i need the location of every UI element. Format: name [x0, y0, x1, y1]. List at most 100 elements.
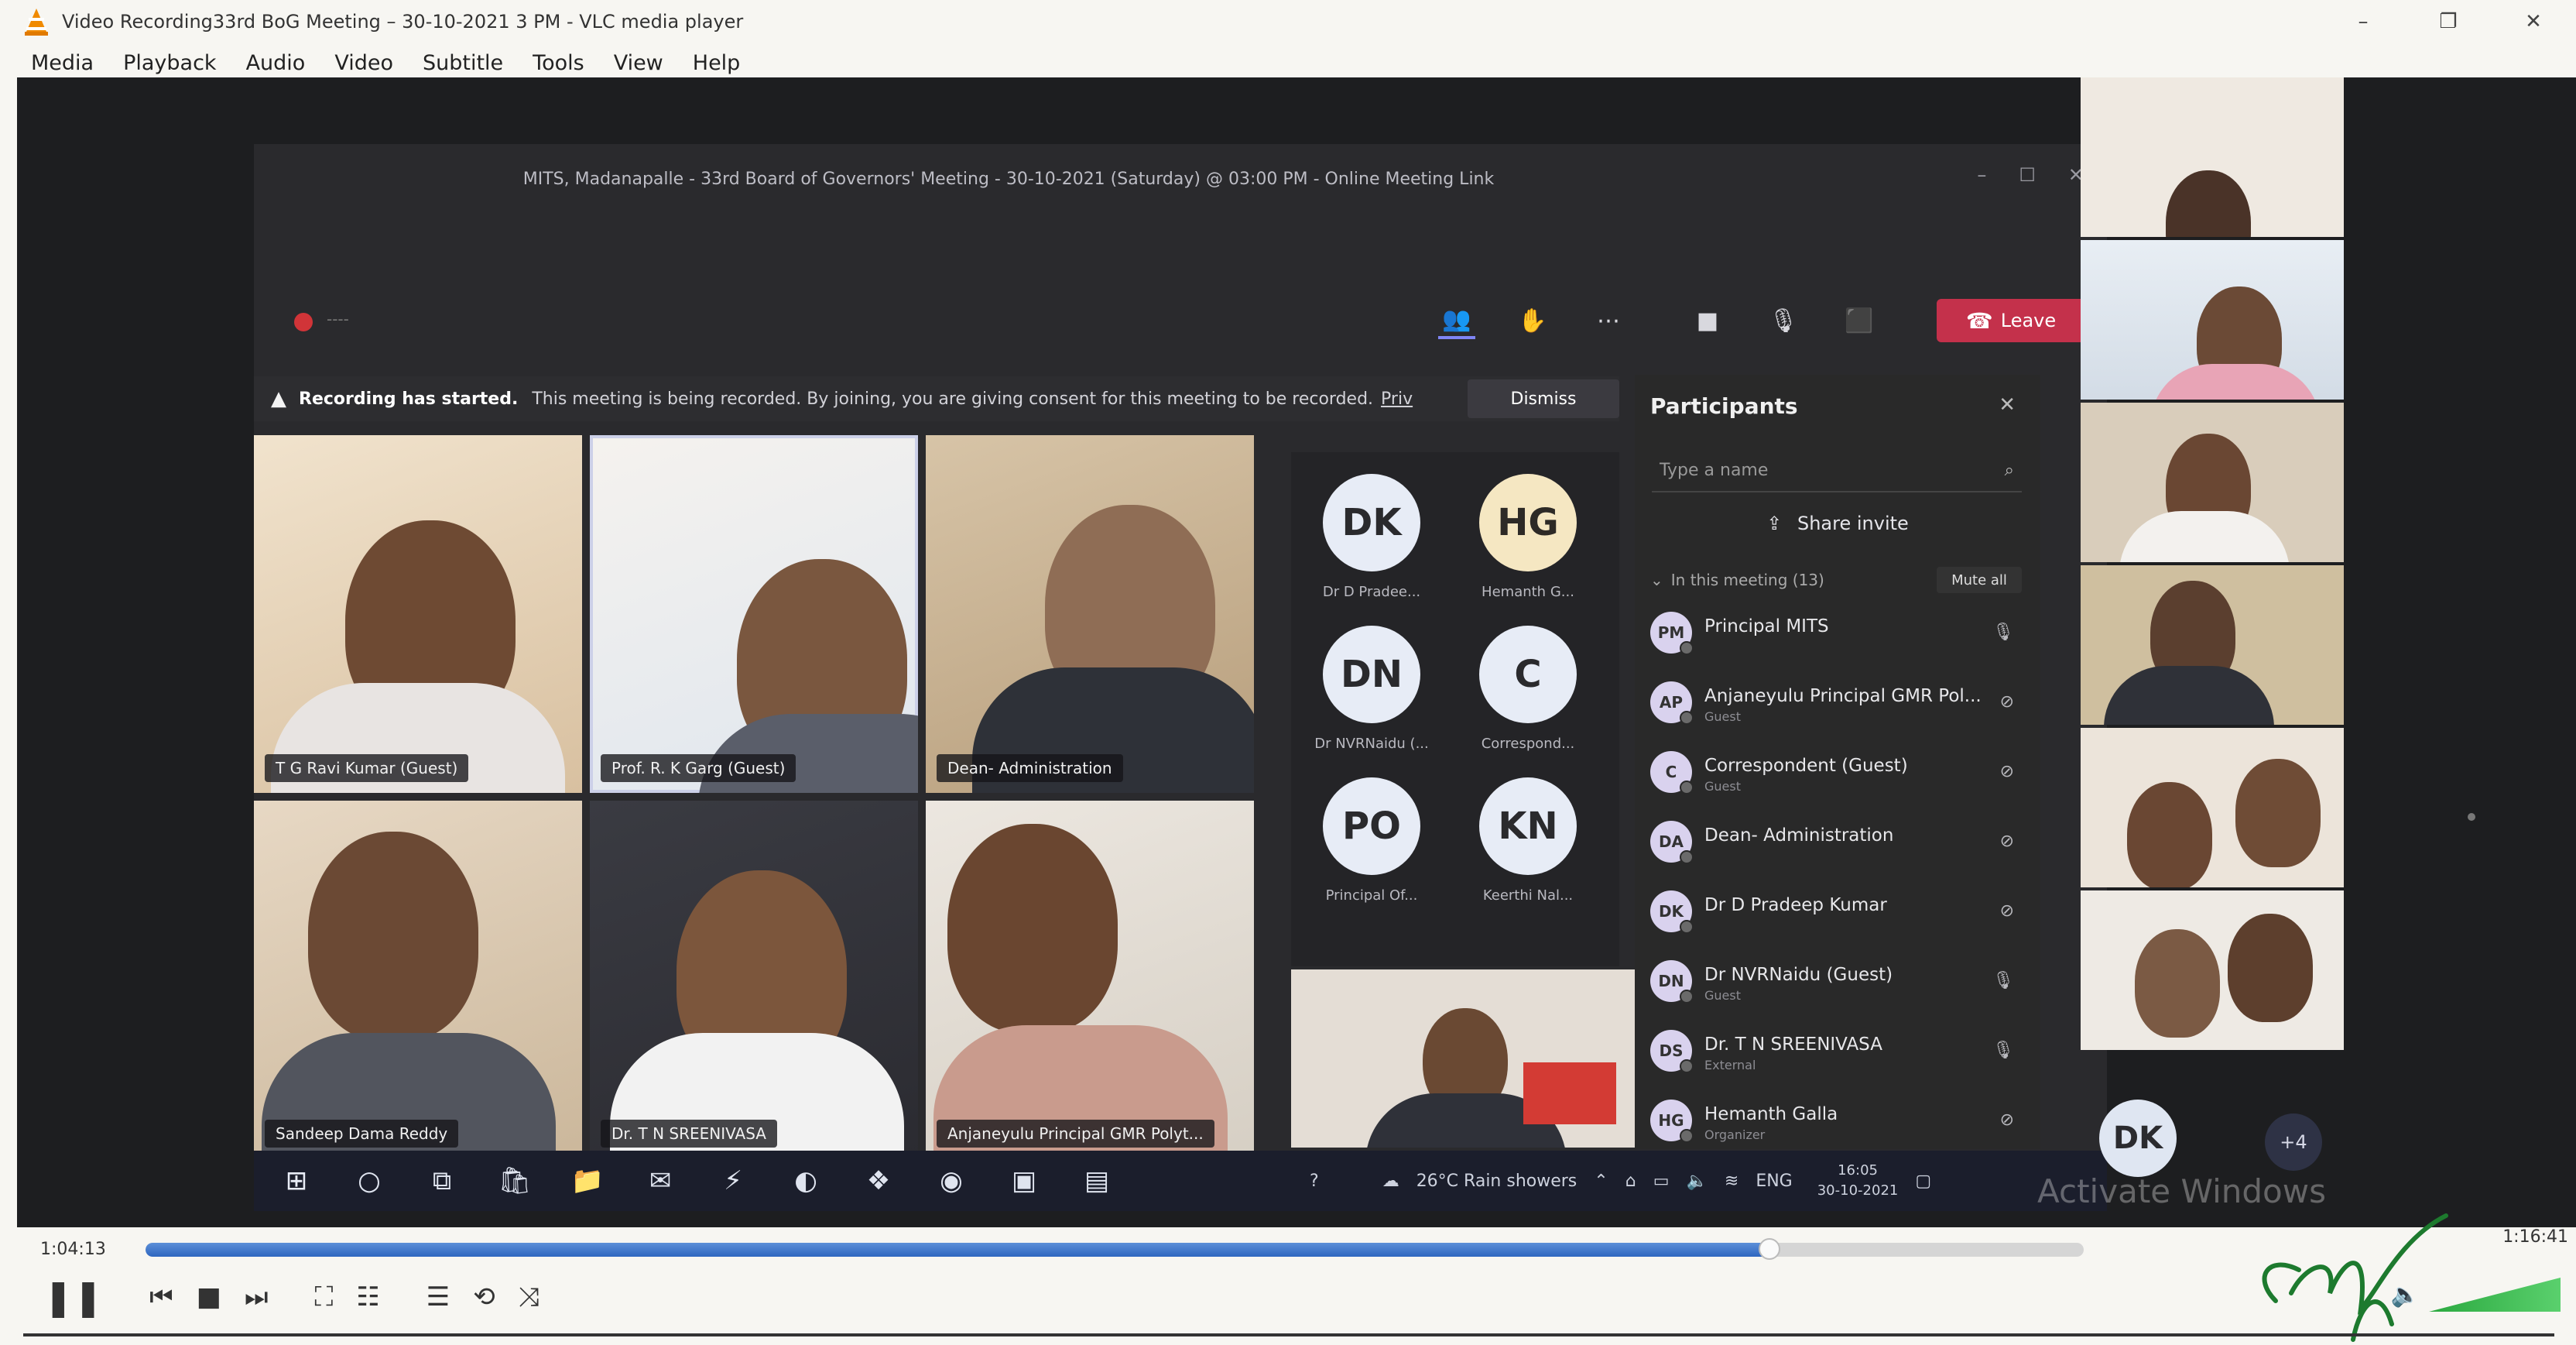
system-tray: ? ☁ 26°C Rain showers ⌃ ⌂ ▭ 🔈 ≋ ENG 16:0…	[1310, 1151, 1931, 1211]
extended-settings-button[interactable]: ☷	[356, 1278, 379, 1316]
avatar-tile: PO Principal Of...	[1294, 777, 1449, 904]
video-tile: Sandeep Dama Reddy	[254, 801, 582, 1158]
menu-view[interactable]: View	[614, 51, 663, 75]
avatar: PM	[1650, 612, 1694, 655]
pause-button[interactable]: ❚❚	[43, 1276, 103, 1318]
video-tile: T G Ravi Kumar (Guest)	[254, 435, 582, 793]
menu-audio[interactable]: Audio	[246, 51, 306, 75]
chrome-icon: ◉	[940, 1165, 963, 1196]
avatar: DN	[1650, 960, 1694, 1004]
menu-media[interactable]: Media	[31, 51, 94, 75]
avatar: DK	[2099, 1100, 2177, 1177]
windows-start-icon: ⊞	[285, 1165, 308, 1196]
participant-row: AP Anjaneyulu Principal GMR Pol... Guest ⊘	[1650, 681, 2022, 751]
menu-tools[interactable]: Tools	[533, 51, 584, 75]
playback-controls: ❚❚ ⏮ ■ ⏭ ⛶ ☷ ☰ ⟲ ⤨ 🔈 100%	[0, 1270, 2576, 1324]
previous-button[interactable]: ⏮	[149, 1278, 173, 1316]
recording-banner: ▲ Recording has started. This meeting is…	[254, 376, 1619, 421]
participant-row: DN Dr NVRNaidu (Guest) Guest 🎙	[1650, 960, 2022, 1030]
participant-role: Guest	[1704, 988, 1741, 1003]
participant-name-label: Dr. T N SREENIVASA	[601, 1120, 777, 1148]
seek-bar-row: 1:04:13 1:16:41	[0, 1227, 2576, 1269]
mic-icon: 🎙	[1992, 1041, 2014, 1060]
next-button[interactable]: ⏭	[245, 1278, 269, 1316]
avatar-name: Keerthi Nal...	[1482, 887, 1574, 904]
shuffle-button[interactable]: ⤨	[519, 1278, 540, 1316]
warning-icon: ▲	[271, 387, 286, 410]
avatar-initials: KN	[1479, 777, 1577, 875]
avatar-initials: C	[1479, 626, 1577, 723]
participants-icon: 👥	[1438, 302, 1475, 339]
task-view-icon: ⧉	[432, 1165, 452, 1196]
participant-row: DA Dean- Administration ⊘	[1650, 821, 2022, 890]
avatar-initials: PO	[1323, 777, 1420, 875]
restore-button[interactable]: ❐	[2406, 0, 2491, 43]
search-icon: ⌕	[2004, 460, 2014, 480]
minimize-icon: –	[1977, 164, 1987, 186]
avatar: C	[1650, 751, 1694, 794]
video-tile: Dean- Administration	[926, 435, 1254, 793]
participant-role: Guest	[1704, 709, 1741, 724]
participant-role: Guest	[1704, 779, 1741, 794]
windows-taskbar: ⊞ ○ ⧉ 🛍 📁 ✉ ⚡ ◐ ❖ ◉ ▣ ▤ ? ☁ 26°C Rain sh…	[254, 1151, 2107, 1211]
network-icon: ⌂	[1625, 1171, 1636, 1191]
video-tile: Dr. T N SREENIVASA	[590, 801, 918, 1158]
participants-title: Participants	[1650, 393, 1798, 419]
close-button[interactable]: ✕	[2491, 0, 2576, 43]
mute-all-button: Mute all	[1937, 567, 2022, 593]
leave-button: ☎ Leave	[1937, 299, 2085, 342]
taskbar-clock: 16:05 30-10-2021	[1817, 1161, 1899, 1201]
participant-name: Dr. T N SREENIVASA	[1704, 1034, 1882, 1055]
help-icon: ?	[1310, 1171, 1319, 1191]
avatar-tiles: DK Dr D Pradee... HG Hemanth G... DN Dr …	[1291, 452, 1619, 966]
playlist-button[interactable]: ☰	[426, 1278, 450, 1316]
minimize-button[interactable]: –	[2321, 0, 2406, 43]
language-indicator: ENG	[1756, 1171, 1793, 1191]
seek-progress	[146, 1243, 1770, 1257]
meeting-title: MITS, Madanapalle - 33rd Board of Govern…	[522, 169, 1495, 189]
weather-text: 26°C Rain showers	[1416, 1171, 1577, 1191]
participant-row: DK Dr D Pradeep Kumar ⊘	[1650, 890, 2022, 960]
more-options-icon: ⋯	[1597, 307, 1620, 335]
clock-date: 30-10-2021	[1817, 1182, 1899, 1199]
edge-browser-icon: ◐	[794, 1165, 817, 1196]
participant-name-label: Sandeep Dama Reddy	[265, 1120, 459, 1148]
seek-slider[interactable]	[146, 1243, 2084, 1257]
stop-button[interactable]: ■	[197, 1278, 221, 1316]
participant-name: Anjaneyulu Principal GMR Pol...	[1704, 686, 1982, 706]
weather-icon: ☁	[1382, 1171, 1399, 1191]
strip-video-tile	[2081, 890, 2344, 1050]
meeting-toolbar: 👥 ✋ ⋯ ■ 🎙 ⬛ ☎ Leave	[1438, 288, 2085, 353]
participant-name: Principal MITS	[1704, 616, 1829, 636]
self-video-preview	[1291, 969, 1636, 1148]
menu-playback[interactable]: Playback	[123, 51, 216, 75]
strip-video-tile	[2081, 403, 2344, 562]
maximize-icon: ☐	[2019, 164, 2036, 186]
mic-muted-icon: ⊘	[1999, 832, 2014, 851]
teams-icon: ▤	[1084, 1165, 1110, 1196]
menu-help[interactable]: Help	[693, 51, 741, 75]
wifi-icon: ≋	[1724, 1171, 1739, 1191]
loop-button[interactable]: ⟲	[473, 1278, 495, 1316]
recording-indicator	[294, 313, 313, 331]
participant-name-label: Prof. R. K Garg (Guest)	[601, 754, 796, 782]
video-surface[interactable]: MITS, Madanapalle - 33rd Board of Govern…	[17, 77, 2576, 1227]
share-invite-label: Share invite	[1797, 513, 1909, 534]
participant-row: DS Dr. T N SREENIVASA External 🎙	[1650, 1030, 2022, 1100]
mic-muted-icon: ⊘	[1999, 901, 2014, 921]
divider	[23, 1333, 2554, 1336]
avatar-tile: C Correspond...	[1451, 626, 1605, 752]
participant-list: PM Principal MITS 🎙 AP Anjaneyulu Principal…	[1650, 612, 2022, 1169]
avatar-tile: DK Dr D Pradee...	[1294, 474, 1449, 600]
avatar: HG	[1650, 1100, 1694, 1143]
in-meeting-section: ⌄ In this meeting (13) Mute all	[1650, 565, 2022, 595]
window-title: Video Recording33rd BoG Meeting – 30-10-…	[62, 11, 744, 33]
avatar-name: Dr NVRNaidu (...	[1314, 736, 1429, 752]
menu-video[interactable]: Video	[334, 51, 393, 75]
mic-icon: 🎙	[1992, 971, 2014, 990]
mic-icon: 🎙	[1992, 623, 2014, 642]
fullscreen-button[interactable]: ⛶	[314, 1278, 333, 1316]
menu-subtitle[interactable]: Subtitle	[423, 51, 503, 75]
store-icon: 🛍	[498, 1165, 532, 1196]
participant-name-label: Dean- Administration	[937, 754, 1123, 782]
